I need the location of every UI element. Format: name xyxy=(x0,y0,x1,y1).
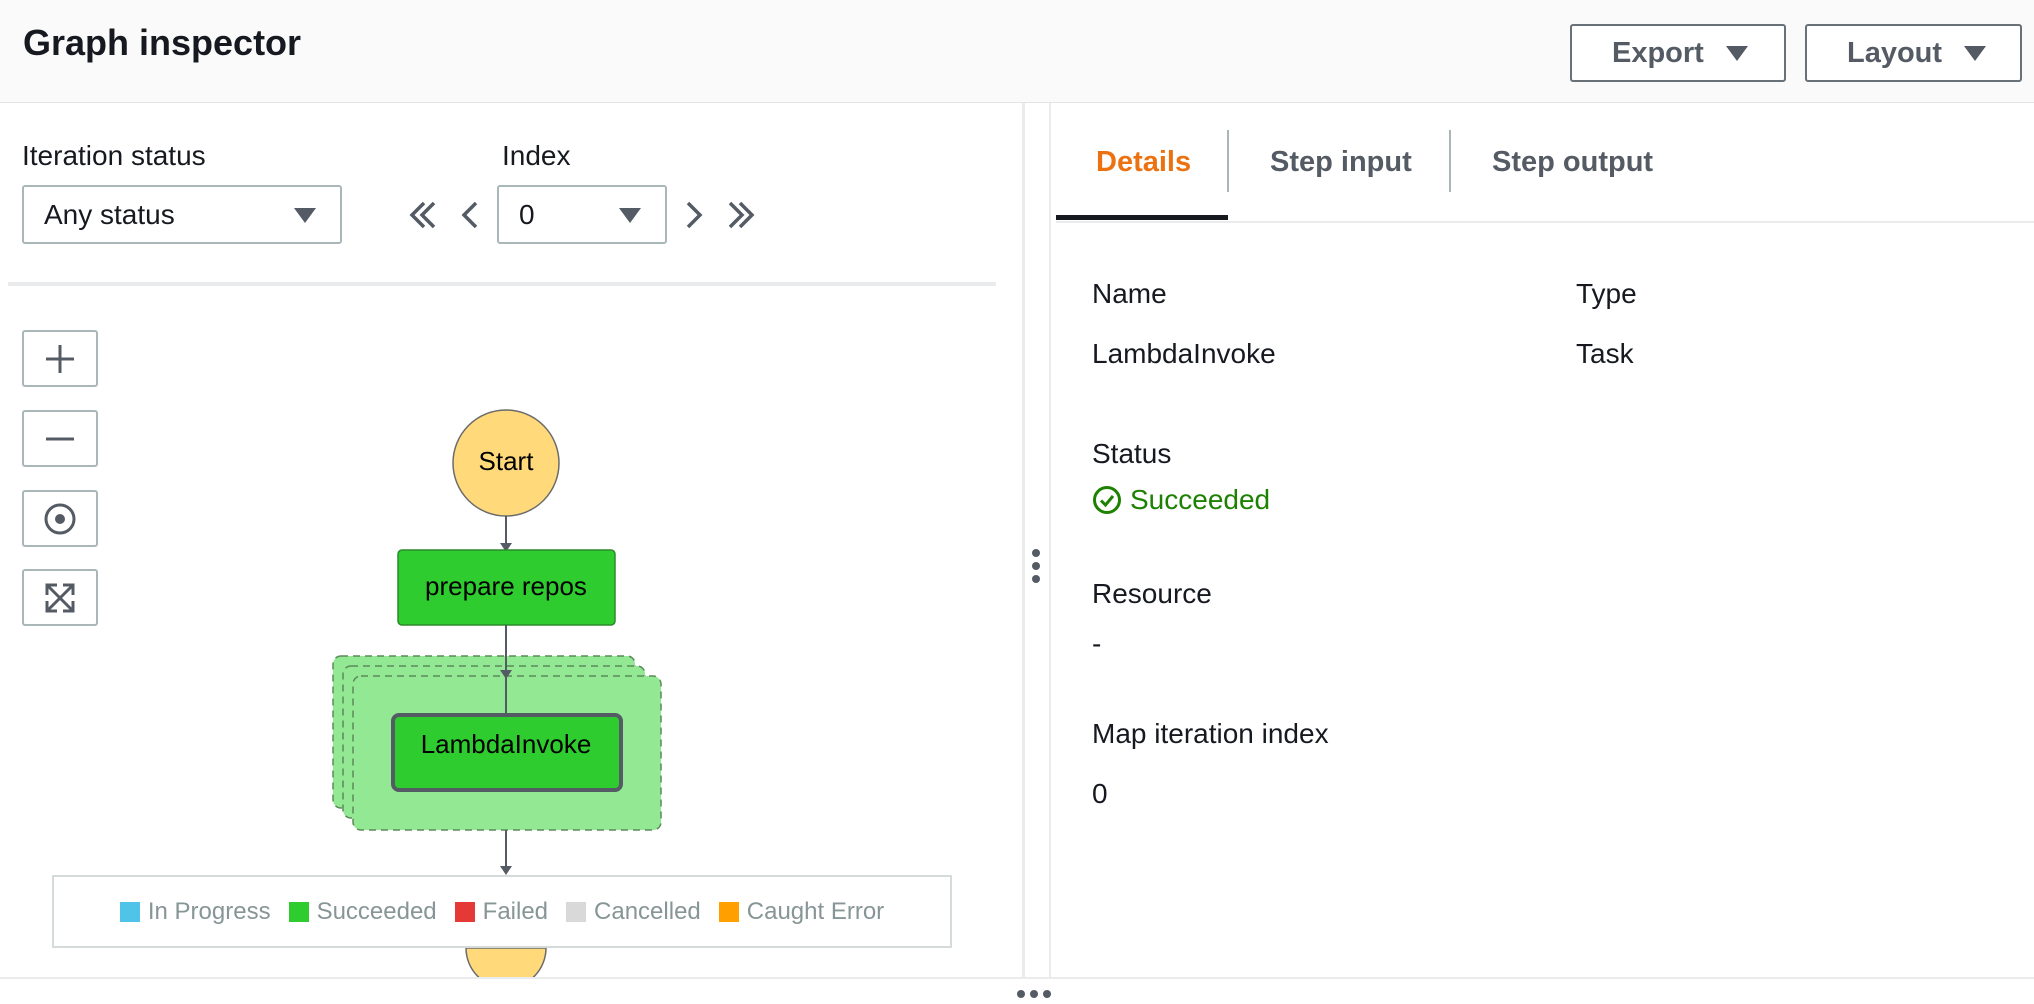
failed-swatch xyxy=(454,901,475,922)
index-label: Index xyxy=(502,140,571,171)
iteration-status-label: Iteration status xyxy=(22,140,206,171)
legend-item-cancelled: Cancelled xyxy=(566,898,701,926)
filter-divider xyxy=(8,282,996,286)
tab-separator xyxy=(1227,130,1229,192)
pane-divider xyxy=(1022,103,1025,977)
succeeded-swatch xyxy=(288,901,309,922)
map-iteration-index-value: 0 xyxy=(1092,778,1108,809)
zoom-in-button[interactable] xyxy=(22,330,98,387)
index-value: 0 xyxy=(519,198,535,230)
name-label: Name xyxy=(1092,278,1167,309)
bottom-divider xyxy=(0,977,2034,979)
caught-error-swatch xyxy=(718,901,739,922)
caret-down-icon xyxy=(619,208,641,223)
legend-label: Succeeded xyxy=(316,897,437,925)
status-value: Succeeded xyxy=(1130,484,1271,515)
type-label: Type xyxy=(1576,278,1637,309)
map-iteration-index-label: Map iteration index xyxy=(1092,718,1329,749)
legend-label: In Progress xyxy=(147,897,271,925)
first-page-icon[interactable] xyxy=(402,192,442,238)
legend-item-in-progress: In Progress xyxy=(119,897,271,926)
last-page-icon[interactable] xyxy=(722,192,762,238)
legend-item-failed: Failed xyxy=(454,897,549,926)
start-node-label: Start xyxy=(479,446,535,476)
legend-label: Failed xyxy=(482,897,549,925)
tab-step-output[interactable]: Step output xyxy=(1492,146,1653,179)
page-title: Graph inspector xyxy=(23,22,302,63)
name-value: LambdaInvoke xyxy=(1092,338,1276,369)
graph-legend: In Progress Succeeded Failed Cancelled C… xyxy=(52,875,952,948)
caret-down-icon xyxy=(294,208,316,223)
vertical-resize-handle-icon[interactable] xyxy=(1030,548,1042,584)
in-progress-swatch xyxy=(119,901,140,922)
iteration-status-select[interactable]: Any status xyxy=(22,185,342,244)
page-header: Graph inspector Export Layout xyxy=(0,0,2034,103)
index-select[interactable]: 0 xyxy=(497,185,667,244)
end-node xyxy=(465,947,547,977)
plus-icon xyxy=(46,344,74,373)
legend-label: Caught Error xyxy=(746,897,885,925)
tab-separator xyxy=(1449,130,1451,192)
pane-divider-inner xyxy=(1049,103,1051,977)
lambda-invoke-label: LambdaInvoke xyxy=(421,729,592,759)
export-label: Export xyxy=(1612,36,1704,69)
tab-step-input[interactable]: Step input xyxy=(1270,146,1412,179)
legend-label: Cancelled xyxy=(594,897,701,925)
caret-down-icon xyxy=(1964,45,1987,61)
legend-item-succeeded: Succeeded xyxy=(288,897,437,926)
caret-down-icon xyxy=(1725,45,1748,61)
previous-page-icon[interactable] xyxy=(450,192,490,238)
type-value: Task xyxy=(1576,338,1634,369)
legend-item-caught-error: Caught Error xyxy=(718,897,885,926)
active-tab-indicator xyxy=(1056,215,1228,220)
layout-label: Layout xyxy=(1847,36,1943,69)
tab-details[interactable]: Details xyxy=(1096,146,1191,179)
prepare-repos-label: prepare repos xyxy=(425,571,587,601)
next-page-icon[interactable] xyxy=(674,192,714,238)
cancelled-swatch xyxy=(566,901,587,922)
resource-label: Resource xyxy=(1092,578,1212,609)
horizontal-resize-handle-icon[interactable] xyxy=(1016,988,1052,1000)
iteration-status-value: Any status xyxy=(44,198,175,230)
status-badge: Succeeded xyxy=(1092,484,1270,516)
status-label: Status xyxy=(1092,438,1172,469)
details-tabs: Details Step input Step output xyxy=(1056,103,2034,223)
check-circle-icon xyxy=(1093,486,1121,514)
export-button[interactable]: Export xyxy=(1570,24,1786,82)
layout-button[interactable]: Layout xyxy=(1805,24,2022,82)
resource-value: - xyxy=(1092,628,1102,659)
